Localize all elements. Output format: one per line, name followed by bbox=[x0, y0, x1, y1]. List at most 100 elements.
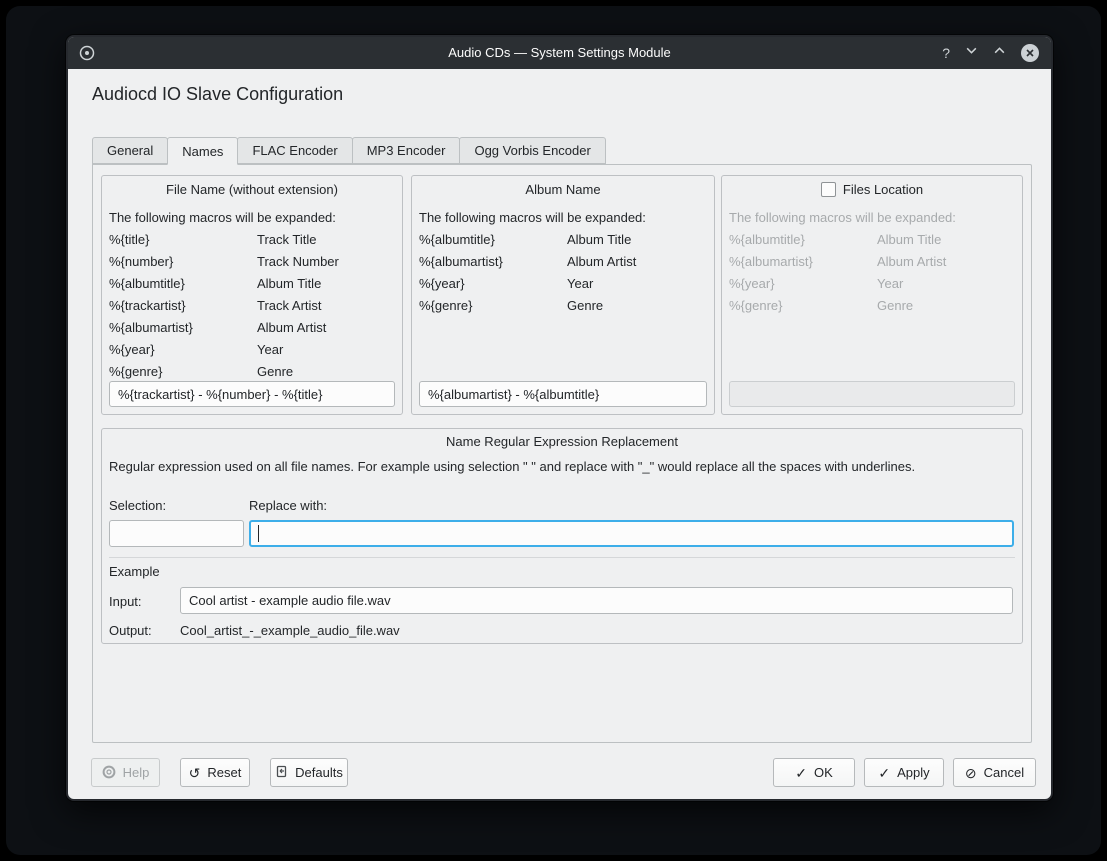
macro-token: %{year} bbox=[109, 339, 257, 361]
titlebar-help-icon[interactable]: ? bbox=[942, 45, 950, 61]
album-name-pattern-input[interactable] bbox=[419, 381, 707, 407]
reset-button-label: Reset bbox=[207, 765, 241, 780]
reset-button[interactable]: ↺ Reset bbox=[180, 758, 250, 787]
macro-desc: Genre bbox=[877, 295, 913, 317]
macro-desc: Track Title bbox=[257, 229, 316, 251]
footer-right-buttons: ✓ OK ✓ Apply ⊘ Cancel bbox=[773, 758, 1036, 787]
help-button[interactable]: Help bbox=[91, 758, 160, 787]
macro-token: %{genre} bbox=[419, 295, 567, 317]
settings-window: Audio CDs — System Settings Module ? Aud… bbox=[66, 35, 1053, 801]
macro-token: %{number} bbox=[109, 251, 257, 273]
footer-left-buttons: Help ↺ Reset Defaults bbox=[91, 758, 348, 787]
tab-mp3-encoder[interactable]: MP3 Encoder bbox=[352, 137, 461, 164]
macro-token: %{title} bbox=[109, 229, 257, 251]
regex-replacement-group: Name Regular Expression Replacement Regu… bbox=[101, 428, 1023, 644]
ok-button[interactable]: ✓ OK bbox=[773, 758, 855, 787]
macro-token: %{albumartist} bbox=[419, 251, 567, 273]
defaults-button-label: Defaults bbox=[295, 765, 343, 780]
maximize-icon[interactable] bbox=[993, 44, 1006, 62]
macro-desc: Album Title bbox=[257, 273, 321, 295]
macro-desc: Year bbox=[877, 273, 903, 295]
tab-flac-encoder[interactable]: FLAC Encoder bbox=[237, 137, 352, 164]
replace-with-input[interactable] bbox=[249, 520, 1014, 547]
macro-row: %{albumartist}Album Artist bbox=[109, 317, 395, 339]
regex-group-title: Name Regular Expression Replacement bbox=[102, 429, 1022, 450]
macro-row: %{albumtitle}Album Title bbox=[109, 273, 395, 295]
macro-row: %{year}Year bbox=[729, 273, 1015, 295]
macro-row: %{genre}Genre bbox=[419, 295, 707, 317]
files-location-pattern-input bbox=[729, 381, 1015, 407]
cancel-icon: ⊘ bbox=[965, 766, 977, 780]
cancel-button-label: Cancel bbox=[984, 765, 1024, 780]
titlebar[interactable]: Audio CDs — System Settings Module ? bbox=[68, 37, 1051, 69]
macro-desc: Track Artist bbox=[257, 295, 322, 317]
apply-button[interactable]: ✓ Apply bbox=[864, 758, 944, 787]
tab-general[interactable]: General bbox=[92, 137, 168, 164]
file-name-macros-intro: The following macros will be expanded: bbox=[109, 207, 395, 229]
replace-with-label: Replace with: bbox=[249, 498, 327, 514]
macro-row: %{genre}Genre bbox=[109, 361, 395, 383]
macro-token: %{albumtitle} bbox=[109, 273, 257, 295]
page-title: Audiocd IO Slave Configuration bbox=[92, 84, 343, 105]
example-output-label: Output: bbox=[109, 623, 152, 639]
help-icon bbox=[102, 765, 116, 781]
files-location-macros-intro: The following macros will be expanded: bbox=[729, 207, 1015, 229]
macro-token: %{albumtitle} bbox=[419, 229, 567, 251]
macro-token: %{albumartist} bbox=[109, 317, 257, 339]
album-name-group-title: Album Name bbox=[412, 176, 714, 198]
macro-desc: Album Title bbox=[567, 229, 631, 251]
macro-token: %{albumartist} bbox=[729, 251, 877, 273]
files-location-checkbox[interactable] bbox=[821, 182, 836, 197]
tab-ogg-vorbis-encoder[interactable]: Ogg Vorbis Encoder bbox=[459, 137, 605, 164]
macro-token: %{genre} bbox=[109, 361, 257, 383]
macro-token: %{trackartist} bbox=[109, 295, 257, 317]
macro-row: %{albumartist}Album Artist bbox=[419, 251, 707, 273]
selection-input[interactable] bbox=[109, 520, 244, 547]
macro-row: %{albumtitle}Album Title bbox=[729, 229, 1015, 251]
macro-row: %{year}Year bbox=[419, 273, 707, 295]
ok-button-label: OK bbox=[814, 765, 833, 780]
macro-desc: Album Artist bbox=[877, 251, 946, 273]
macro-desc: Year bbox=[567, 273, 593, 295]
macro-token: %{genre} bbox=[729, 295, 877, 317]
ok-icon: ✓ bbox=[795, 766, 807, 780]
example-input-field[interactable] bbox=[180, 587, 1013, 614]
names-tab-panel: File Name (without extension) The follow… bbox=[92, 164, 1032, 743]
window-title: Audio CDs — System Settings Module bbox=[68, 37, 1051, 69]
files-location-label: Files Location bbox=[843, 182, 923, 197]
file-name-group: File Name (without extension) The follow… bbox=[101, 175, 403, 415]
macro-desc: Track Number bbox=[257, 251, 339, 273]
macro-row: %{year}Year bbox=[109, 339, 395, 361]
macro-row: %{albumtitle}Album Title bbox=[419, 229, 707, 251]
macro-desc: Album Artist bbox=[257, 317, 326, 339]
files-location-group: Files Location The following macros will… bbox=[721, 175, 1023, 415]
defaults-button[interactable]: Defaults bbox=[270, 758, 348, 787]
files-location-group-title: Files Location bbox=[722, 176, 1022, 198]
example-input-label: Input: bbox=[109, 594, 142, 610]
macro-row: %{albumartist}Album Artist bbox=[729, 251, 1015, 273]
file-name-group-title: File Name (without extension) bbox=[102, 176, 402, 198]
tab-names[interactable]: Names bbox=[167, 137, 238, 165]
macro-row: %{genre}Genre bbox=[729, 295, 1015, 317]
macro-desc: Album Artist bbox=[567, 251, 636, 273]
macro-desc: Genre bbox=[567, 295, 603, 317]
example-label: Example bbox=[109, 564, 160, 580]
titlebar-controls: ? bbox=[942, 37, 1039, 69]
macro-desc: Album Title bbox=[877, 229, 941, 251]
macro-desc: Genre bbox=[257, 361, 293, 383]
text-caret bbox=[258, 525, 259, 542]
close-icon[interactable] bbox=[1021, 44, 1039, 62]
desktop-background: Audio CDs — System Settings Module ? Aud… bbox=[6, 6, 1101, 855]
macro-row: %{trackartist}Track Artist bbox=[109, 295, 395, 317]
dialog-button-box: Help ↺ Reset Defaults ✓ OK bbox=[91, 758, 1036, 787]
macro-desc: Year bbox=[257, 339, 283, 361]
cancel-button[interactable]: ⊘ Cancel bbox=[953, 758, 1036, 787]
regex-description: Regular expression used on all file name… bbox=[109, 459, 1015, 475]
macro-row: %{title}Track Title bbox=[109, 229, 395, 251]
apply-icon: ✓ bbox=[878, 766, 890, 780]
file-name-pattern-input[interactable] bbox=[109, 381, 395, 407]
album-name-group: Album Name The following macros will be … bbox=[411, 175, 715, 415]
minimize-icon[interactable] bbox=[965, 44, 978, 62]
reset-icon: ↺ bbox=[189, 766, 201, 780]
help-button-label: Help bbox=[123, 765, 150, 780]
